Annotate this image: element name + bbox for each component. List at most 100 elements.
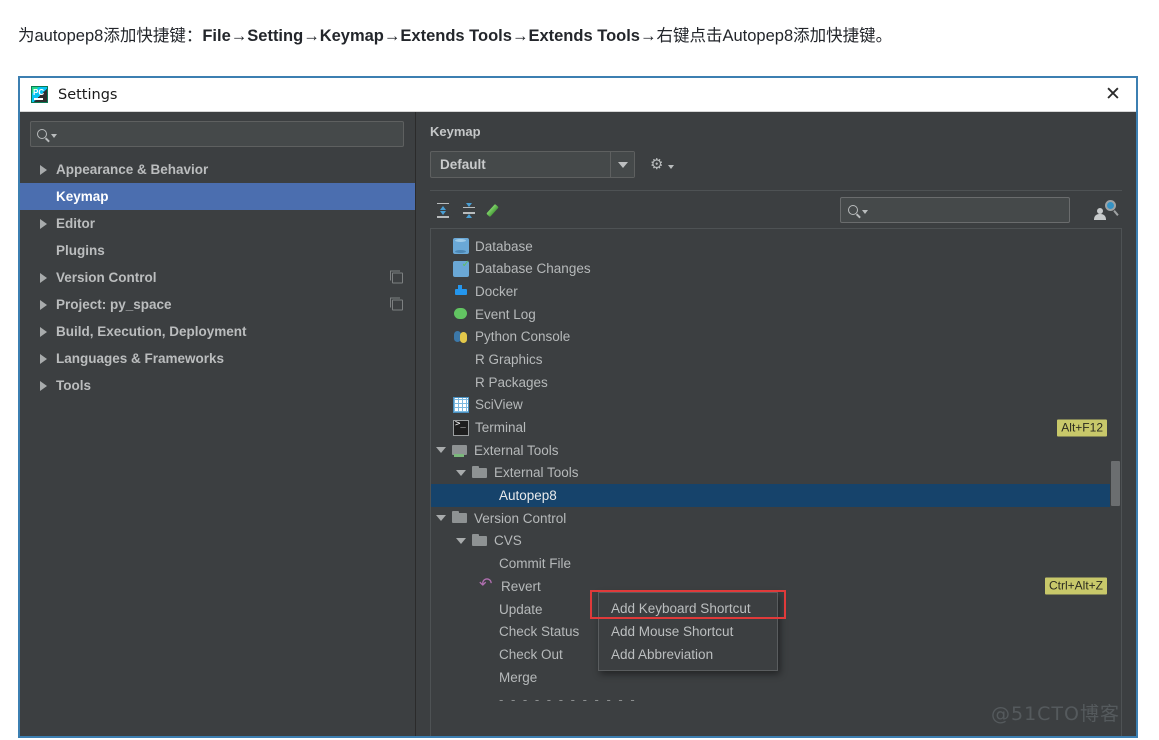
sidebar-item-appearance-behavior[interactable]: Appearance & Behavior bbox=[20, 156, 415, 183]
chevron-down-icon[interactable] bbox=[456, 469, 466, 476]
tree-row[interactable]: SciView bbox=[431, 394, 1121, 417]
sidebar-item-label: Tools bbox=[56, 378, 91, 393]
step-keymap: Keymap bbox=[319, 27, 384, 45]
pycharm-icon bbox=[31, 86, 48, 103]
chevron-down-icon[interactable] bbox=[610, 152, 634, 177]
screenshot-root: 为autopep8添加快捷键：File→Setting→Keymap→Exten… bbox=[0, 0, 1159, 740]
arrow-3: → bbox=[383, 27, 401, 45]
tree-row-label: CVS bbox=[494, 533, 522, 549]
keymap-scheme-row: Default ⚙ bbox=[416, 139, 1136, 178]
settings-sidebar: Appearance & Behavior Keymap Editor Plug… bbox=[20, 112, 416, 736]
keymap-search-input[interactable] bbox=[840, 197, 1070, 223]
context-menu-item-add-mouse-shortcut[interactable]: Add Mouse Shortcut bbox=[599, 620, 777, 643]
tree-scrollbar[interactable] bbox=[1110, 229, 1121, 736]
tree-row[interactable]: Version Control bbox=[431, 507, 1121, 530]
sidebar-item-keymap[interactable]: Keymap bbox=[20, 183, 415, 210]
collapse-all-icon[interactable] bbox=[456, 197, 482, 223]
step-file: File bbox=[202, 27, 231, 45]
tree-row[interactable]: External Tools bbox=[431, 462, 1121, 485]
chevron-right-icon bbox=[40, 272, 47, 283]
sidebar-item-project-py-space[interactable]: Project: py_space bbox=[20, 291, 415, 318]
context-menu-item-add-keyboard-shortcut[interactable]: Add Keyboard Shortcut bbox=[599, 597, 777, 620]
revert-icon bbox=[479, 574, 495, 594]
no-icon bbox=[453, 374, 469, 390]
sidebar-item-tools[interactable]: Tools bbox=[20, 372, 415, 399]
arrow-5: → bbox=[639, 27, 657, 45]
arrow-2: → bbox=[303, 27, 320, 45]
chevron-down-icon bbox=[668, 165, 674, 169]
context-menu-item-add-abbreviation[interactable]: Add Abbreviation bbox=[599, 643, 777, 666]
no-icon bbox=[453, 351, 469, 367]
tree-row[interactable]: Commit File bbox=[431, 552, 1121, 575]
folder-icon bbox=[472, 533, 488, 549]
sidebar-item-plugins[interactable]: Plugins bbox=[20, 237, 415, 264]
tree-row-autopep8[interactable]: Autopep8 bbox=[431, 484, 1121, 507]
tree-row[interactable]: Event Log bbox=[431, 303, 1121, 326]
find-actions-by-shortcut-icon[interactable] bbox=[1094, 199, 1119, 221]
folder-icon bbox=[452, 510, 468, 526]
sidebar-item-build-execution-deployment[interactable]: Build, Execution, Deployment bbox=[20, 318, 415, 345]
tree-row-label: Python Console bbox=[475, 329, 571, 345]
tree-row-label: Commit File bbox=[499, 556, 572, 572]
sidebar-item-label: Editor bbox=[56, 216, 95, 231]
keymap-scheme-value: Default bbox=[440, 157, 486, 172]
tree-row[interactable]: CVS bbox=[431, 530, 1121, 553]
tree-row[interactable]: R Graphics bbox=[431, 348, 1121, 371]
tree-row[interactable]: Database bbox=[431, 235, 1121, 258]
settings-category-list: Appearance & Behavior Keymap Editor Plug… bbox=[20, 156, 415, 399]
tree-row-label: R Packages bbox=[475, 374, 548, 390]
tree-row[interactable]: Python Console bbox=[431, 325, 1121, 348]
chevron-down-icon[interactable] bbox=[456, 537, 466, 544]
chevron-down-icon[interactable] bbox=[436, 447, 446, 454]
sidebar-item-label: Languages & Frameworks bbox=[56, 351, 225, 366]
tree-row-label: SciView bbox=[475, 397, 523, 413]
sidebar-item-version-control[interactable]: Version Control bbox=[20, 264, 415, 291]
keymap-scheme-select[interactable]: Default bbox=[430, 151, 635, 178]
keymap-toolbar bbox=[416, 191, 1136, 229]
page-title: Keymap bbox=[430, 124, 481, 139]
sidebar-search-input[interactable] bbox=[30, 121, 404, 147]
keymap-settings-gear-button[interactable]: ⚙ bbox=[650, 157, 674, 172]
sidebar-item-label: Appearance & Behavior bbox=[56, 162, 209, 177]
sidebar-item-editor[interactable]: Editor bbox=[20, 210, 415, 237]
database-icon bbox=[453, 238, 469, 255]
close-icon[interactable]: ✕ bbox=[1102, 84, 1124, 106]
chevron-right-icon bbox=[40, 164, 47, 175]
gear-icon: ⚙ bbox=[650, 155, 664, 173]
context-menu-item-label: Add Abbreviation bbox=[611, 647, 714, 662]
sidebar-item-label: Build, Execution, Deployment bbox=[56, 324, 247, 339]
chevron-down-icon[interactable] bbox=[436, 515, 446, 522]
sidebar-item-languages-frameworks[interactable]: Languages & Frameworks bbox=[20, 345, 415, 372]
tree-row[interactable]: Database Changes bbox=[431, 257, 1121, 280]
tree-row-label: - - - - - - - - - - - - bbox=[499, 692, 637, 708]
tree-row-label: Autopep8 bbox=[499, 488, 557, 504]
expand-all-icon[interactable] bbox=[430, 197, 456, 223]
settings-dialog: Settings ✕ Appearance & Beha bbox=[18, 76, 1138, 738]
tree-row-label: External Tools bbox=[474, 442, 559, 458]
tree-row-label: Docker bbox=[475, 283, 518, 299]
tree-row[interactable]: External Tools bbox=[431, 439, 1121, 462]
chevron-right-icon bbox=[40, 380, 47, 391]
tree-row[interactable]: Terminal Alt+F12 bbox=[431, 416, 1121, 439]
tree-row-label: Update bbox=[499, 601, 543, 617]
arrow-4: → bbox=[511, 27, 529, 45]
step-extends-tools-1: Extends Tools bbox=[400, 27, 512, 45]
step-extends-tools-2: Extends Tools bbox=[528, 27, 640, 45]
tree-scrollbar-thumb[interactable] bbox=[1111, 461, 1120, 506]
instruction-prefix: 为autopep8添加快捷键： bbox=[18, 27, 203, 45]
pencil-icon[interactable] bbox=[482, 197, 508, 223]
version-control-icon bbox=[453, 229, 469, 231]
sidebar-item-label: Plugins bbox=[56, 243, 105, 258]
chevron-down-icon bbox=[862, 210, 868, 214]
context-menu-item-label: Add Keyboard Shortcut bbox=[611, 601, 751, 616]
dialog-body: Appearance & Behavior Keymap Editor Plug… bbox=[20, 112, 1136, 736]
tree-row[interactable]: R Packages bbox=[431, 371, 1121, 394]
tree-row[interactable]: Docker bbox=[431, 280, 1121, 303]
shortcut-badge: Ctrl+Alt+Z bbox=[1044, 577, 1107, 595]
tree-row-label: External Tools bbox=[494, 465, 579, 481]
tree-row-label: Version Control bbox=[474, 510, 567, 526]
sidebar-item-label: Keymap bbox=[56, 189, 109, 204]
tree-row-label: R Graphics bbox=[475, 351, 543, 367]
terminal-icon bbox=[453, 419, 469, 436]
step-setting: Setting bbox=[247, 27, 304, 45]
